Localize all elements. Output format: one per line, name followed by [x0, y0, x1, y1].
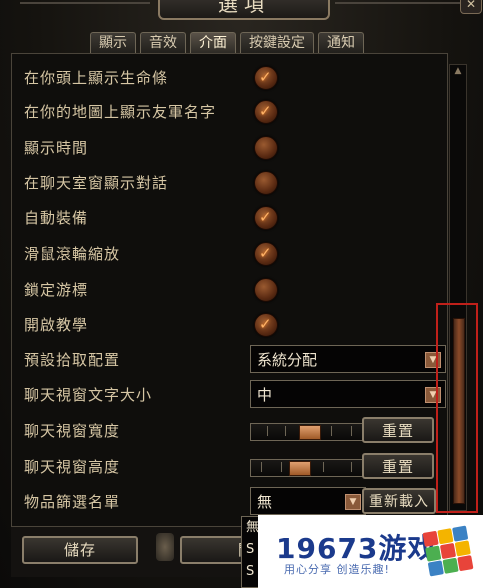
option-checkbox[interactable]: ✓ — [254, 313, 278, 337]
window-title: 選項 — [158, 0, 330, 20]
close-icon[interactable]: ✕ — [460, 0, 482, 14]
option-label: 在聊天室窗顯示對話 — [24, 174, 169, 192]
loot-config-value: 系統分配 — [257, 351, 318, 369]
reload-filter-button[interactable]: 重新載入 — [362, 488, 436, 514]
option-checkbox[interactable]: ✓ — [254, 206, 278, 230]
check-icon: ✓ — [259, 208, 272, 226]
reset-width-button[interactable]: 重置 — [362, 417, 434, 443]
check-icon: ✓ — [259, 244, 272, 262]
chat-height-slider[interactable] — [250, 459, 370, 477]
tab-interface[interactable]: 介面 — [190, 32, 236, 53]
tab-bar: 顯示 音效 介面 按鍵設定 通知 — [90, 32, 364, 53]
slider-tick — [281, 462, 282, 472]
option-label: 鎖定游標 — [24, 281, 89, 299]
check-icon: ✓ — [259, 102, 272, 120]
scroll-up-icon[interactable]: ▲ — [450, 65, 466, 77]
chat-width-label: 聊天視窗寬度 — [24, 422, 121, 440]
item-filter-value: 無 — [257, 493, 273, 511]
slider-knob[interactable] — [289, 461, 311, 476]
top-ornament-left — [20, 2, 150, 14]
cube-logo-icon — [422, 525, 474, 577]
watermark: 19673游戏 用心分享 创造乐趣! — [258, 515, 483, 588]
option-label: 開啟教學 — [24, 316, 89, 334]
slider-tick — [267, 426, 268, 436]
check-icon: ✓ — [259, 68, 272, 86]
loot-config-select[interactable]: 系統分配 ▼ — [250, 345, 446, 373]
reset-height-button[interactable]: 重置 — [362, 453, 434, 479]
chat-width-slider[interactable] — [250, 423, 370, 441]
slider-tick — [261, 462, 262, 472]
option-checkbox[interactable]: ✓ — [254, 136, 278, 160]
loot-config-label: 預設拾取配置 — [24, 351, 121, 369]
chat-font-size-value: 中 — [257, 386, 273, 404]
option-checkbox[interactable]: ✓ — [254, 100, 278, 124]
save-button[interactable]: 儲存 — [22, 536, 138, 564]
option-label: 自動裝備 — [24, 209, 89, 227]
slider-tick — [285, 426, 286, 436]
chat-font-size-label: 聊天視窗文字大小 — [24, 386, 153, 404]
slider-tick — [351, 462, 352, 472]
tab-keybindings[interactable]: 按鍵設定 — [240, 32, 314, 53]
option-label: 滑鼠滾輪縮放 — [24, 245, 121, 263]
tab-audio[interactable]: 音效 — [140, 32, 186, 53]
option-checkbox[interactable]: ✓ — [254, 66, 278, 90]
watermark-tagline: 用心分享 创造乐趣! — [284, 563, 390, 576]
chevron-down-icon: ▼ — [345, 494, 361, 510]
chat-height-label: 聊天視窗高度 — [24, 458, 121, 476]
scrollbar-highlight — [436, 303, 478, 513]
slider-tick — [351, 426, 352, 436]
option-label: 顯示時間 — [24, 139, 89, 157]
slider-tick — [323, 462, 324, 472]
item-filter-select[interactable]: 無 ▼ — [250, 487, 366, 515]
option-checkbox[interactable]: ✓ — [254, 242, 278, 266]
slider-tick — [331, 426, 332, 436]
item-filter-label: 物品篩選名單 — [24, 493, 121, 511]
option-label: 在你的地圖上顯示友軍名字 — [24, 103, 217, 121]
tab-notifications[interactable]: 通知 — [318, 32, 364, 53]
check-icon: ✓ — [259, 315, 272, 333]
tab-display[interactable]: 顯示 — [90, 32, 136, 53]
slider-knob[interactable] — [299, 425, 321, 440]
option-label: 在你頭上顯示生命條 — [24, 69, 169, 87]
options-window: 選項 ✕ 顯示 音效 介面 按鍵設定 通知 在你頭上顯示生命條 ✓ 在你的地圖上… — [0, 0, 483, 588]
option-checkbox[interactable]: ✓ — [254, 171, 278, 195]
chat-font-size-select[interactable]: 中 ▼ — [250, 380, 446, 408]
interface-settings-panel: 在你頭上顯示生命條 ✓ 在你的地圖上顯示友軍名字 ✓ 顯示時間 ✓ 在聊天室窗顯… — [11, 53, 448, 527]
top-ornament-right — [335, 2, 465, 14]
option-checkbox[interactable]: ✓ — [254, 278, 278, 302]
footer-ornament — [156, 533, 174, 561]
